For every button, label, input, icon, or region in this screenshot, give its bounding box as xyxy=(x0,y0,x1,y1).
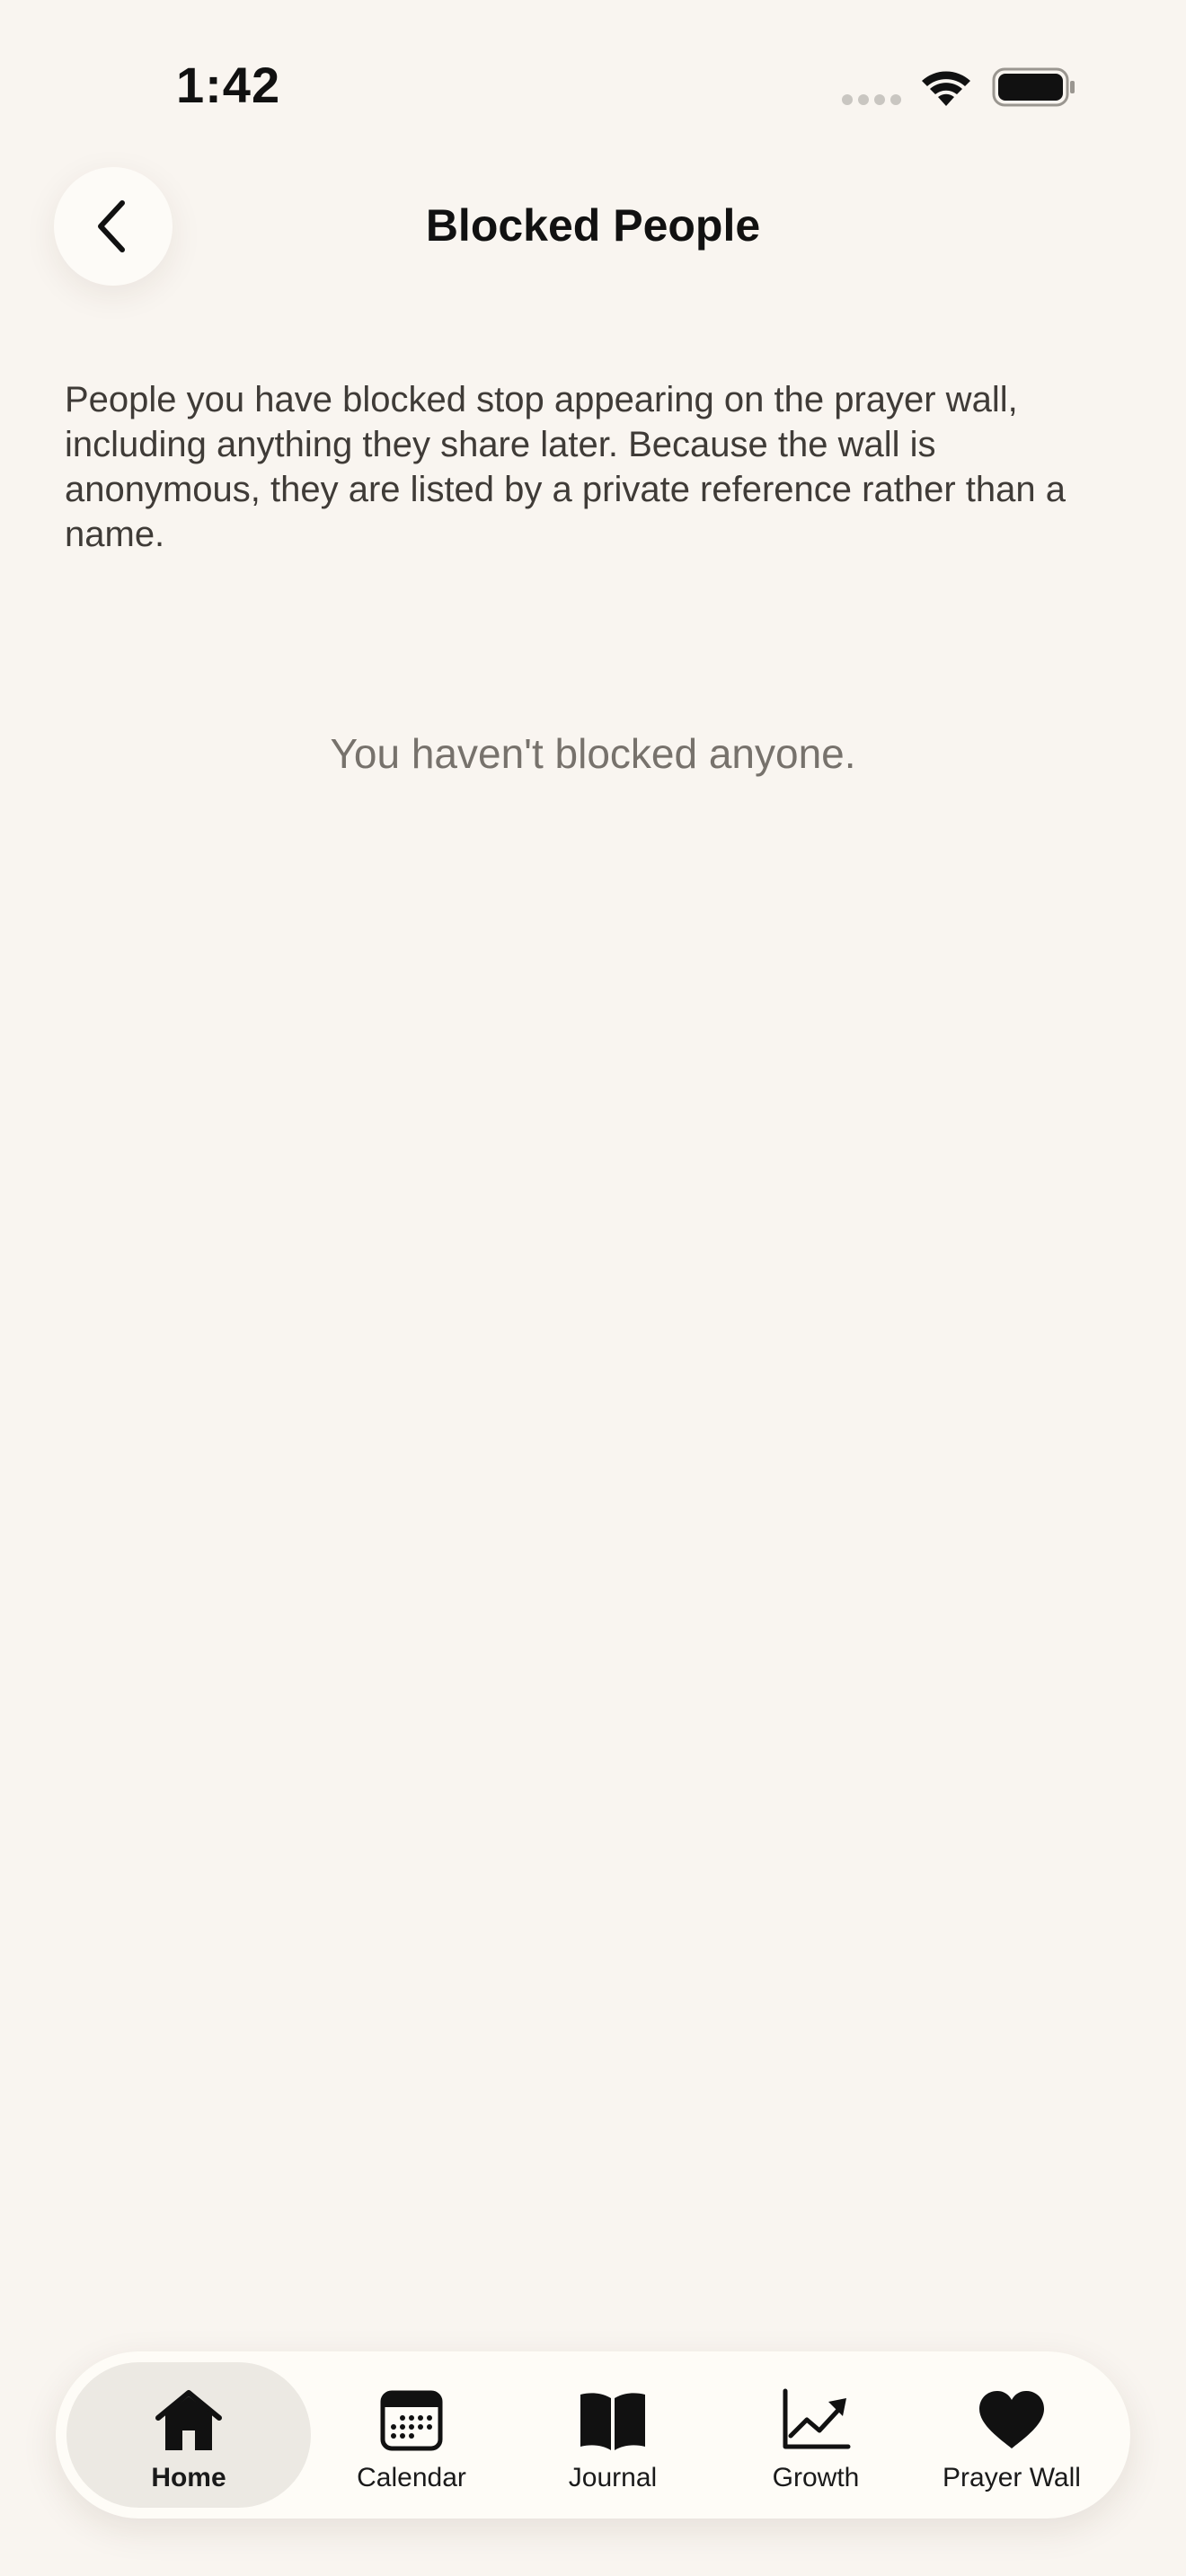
chart-line-icon xyxy=(778,2387,854,2454)
tab-calendar[interactable]: Calendar xyxy=(322,2362,501,2508)
tab-prayer-wall[interactable]: Prayer Wall xyxy=(907,2362,1116,2508)
tab-label-calendar: Calendar xyxy=(357,2463,466,2492)
wifi-icon xyxy=(922,71,970,106)
tab-label-home: Home xyxy=(151,2463,226,2492)
book-icon xyxy=(575,2387,651,2454)
empty-state-message: You haven't blocked anyone. xyxy=(330,730,856,777)
tab-label-journal: Journal xyxy=(568,2463,658,2492)
tab-bar: Home Calendar Journal Growth Prayer Wall xyxy=(56,2351,1130,2519)
tab-growth[interactable]: Growth xyxy=(726,2362,906,2508)
tab-journal[interactable]: Journal xyxy=(523,2362,703,2508)
cellular-dots-icon xyxy=(842,94,901,105)
page-title: Blocked People xyxy=(425,200,761,251)
home-icon xyxy=(151,2387,226,2454)
status-time: 1:42 xyxy=(176,57,281,113)
blocked-people-screen: 1:42 Blocked People People you have bloc… xyxy=(0,0,1186,2576)
blocked-people-description: People you have blocked stop appearing o… xyxy=(65,380,1066,554)
heart-icon xyxy=(974,2387,1049,2454)
tab-label-prayer-wall: Prayer Wall xyxy=(943,2463,1081,2492)
status-bar: 1:42 xyxy=(0,0,1186,171)
calendar-icon xyxy=(374,2387,449,2454)
battery-icon xyxy=(992,67,1075,107)
tab-label-growth: Growth xyxy=(772,2463,860,2492)
tab-home[interactable]: Home xyxy=(66,2362,311,2508)
